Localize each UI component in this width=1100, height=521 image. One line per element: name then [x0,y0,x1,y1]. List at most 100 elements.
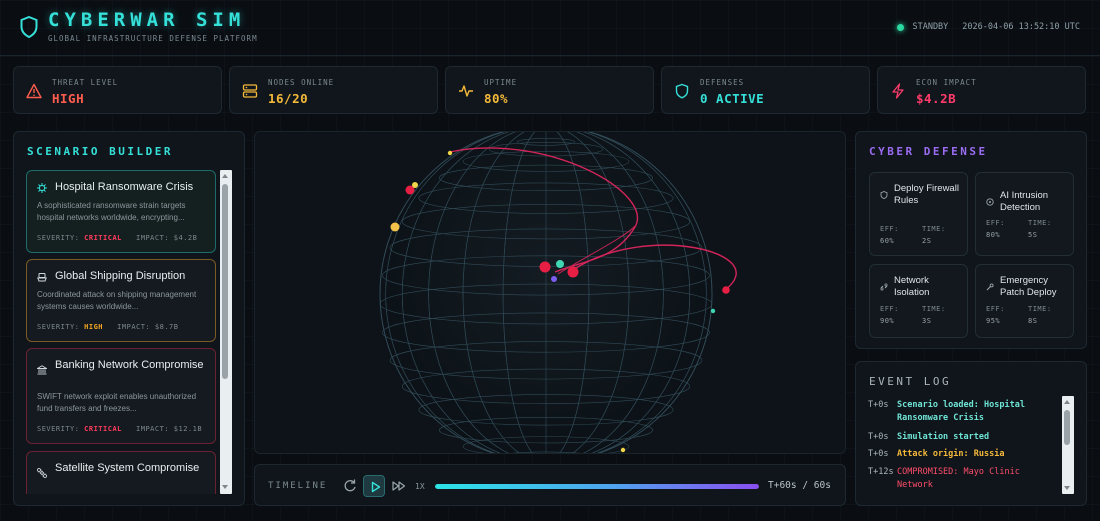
timeline-time: T+60s / 60s [768,480,831,491]
ai-chip-icon [986,198,994,206]
eff-label: EFF: [986,305,1005,313]
time-value: 8S [1028,317,1038,325]
eff-label: EFF: [880,305,899,313]
scenario-card-satellite-system[interactable]: Satellite System Compromise [26,451,216,494]
impact-label: IMPACT: [136,425,170,433]
compromised-node[interactable] [539,261,551,273]
globe-map[interactable] [255,132,846,454]
status-indicator: STANDBY 2026-04-06 13:52:10 UTC [897,22,1080,32]
scenario-meta: SEVERITY: CRITICAL IMPACT: $4.2B [37,234,197,242]
globe-view[interactable] [254,131,846,454]
severity-label: SEVERITY: [37,323,80,331]
log-message: Scenario loaded: Hospital Ransomware Cri… [897,400,1025,423]
impact-value: $4.2B [173,234,198,242]
eff-label: EFF: [986,219,1005,227]
warning-node[interactable] [390,222,400,232]
lightning-icon [892,83,904,99]
timeline-track[interactable] [435,484,759,489]
scenario-card-banking-network[interactable]: Banking Network Compromise SWIFT network… [26,348,216,444]
app-header: CYBERWAR SIM GLOBAL INFRASTRUCTURE DEFEN… [0,0,1100,56]
impact-label: IMPACT: [136,234,170,242]
secure-node[interactable] [556,260,564,268]
shield-logo-icon [20,16,38,38]
eff-value: 80% [986,231,1001,239]
stat-label: THREAT LEVEL [52,78,119,87]
severity-label: SEVERITY: [37,234,80,242]
defense-header: Deploy Firewall Rules [880,183,964,207]
scenario-name: Global Shipping Disruption [55,270,186,282]
fast-forward-icon[interactable] [390,477,408,495]
time-value: 2S [922,237,932,245]
scroll-up-arrow-icon[interactable] [1064,400,1070,404]
log-entry: T+0s Scenario loaded: Hospital Ransomwar… [868,399,1048,427]
panel-title: EVENT LOG [869,375,952,388]
warning-node[interactable] [447,150,453,156]
speed-label[interactable]: 1X [415,482,425,491]
play-button[interactable] [363,475,385,497]
log-time: T+0s [868,449,889,459]
time-label: TIME: [1028,219,1052,227]
time-label: TIME: [922,225,946,233]
defense-card-emergency-patch[interactable]: Emergency Patch Deploy EFF: TIME: 95% 8S [975,264,1074,338]
compromised-node[interactable] [722,286,730,294]
panel-title: CYBER DEFENSE [869,145,988,158]
timeline-progress [435,484,759,489]
scenario-header: Global Shipping Disruption [37,270,211,283]
severity-label: SEVERITY: [37,425,80,433]
unlink-icon [880,283,888,291]
stat-value: $4.2B [916,91,957,106]
scroll-down-arrow-icon[interactable] [222,485,228,489]
scenario-header: Satellite System Compromise [37,462,211,478]
defense-card-ai-intrusion[interactable]: AI Intrusion Detection EFF: TIME: 80% 5S [975,172,1074,256]
defense-header: Emergency Patch Deploy [986,275,1070,299]
bank-icon [37,365,47,375]
impact-value: $8.7B [154,323,179,331]
play-icon [371,481,381,493]
scenario-card-hospital-ransomware[interactable]: Hospital Ransomware Crisis A sophisticat… [26,170,216,253]
scenario-description: A sophisticated ransomware strain target… [37,201,186,222]
stat-value: HIGH [52,91,85,106]
compromised-node[interactable] [567,266,579,278]
defense-card-firewall[interactable]: Deploy Firewall Rules EFF: TIME: 60% 2S [869,172,968,256]
stat-label: DEFENSES [700,78,745,87]
scenario-scrollbar[interactable] [220,170,232,494]
scenario-builder-panel: SCENARIO BUILDER Hospital Ransomware Cri… [13,131,245,506]
scenario-header: Banking Network Compromise [37,359,211,375]
defense-name: Network Isolation [894,275,930,298]
stat-econ-impact: ECON IMPACT $4.2B [877,66,1086,114]
log-time: T+12s [868,467,894,477]
ship-icon [37,273,47,282]
reset-icon[interactable] [341,477,359,495]
time-label: TIME: [922,305,946,313]
defense-name: AI Intrusion Detection [1000,190,1049,213]
scenario-name: Hospital Ransomware Crisis [55,181,194,193]
scroll-down-arrow-icon[interactable] [1064,486,1070,490]
wrench-icon [986,283,994,291]
severity-value: CRITICAL [84,425,122,433]
impact-value: $12.1B [173,425,203,433]
scroll-thumb[interactable] [222,184,228,379]
scenario-description: SWIFT network exploit enables unauthoriz… [37,392,197,413]
scenario-header: Hospital Ransomware Crisis [37,181,211,194]
secure-node[interactable] [710,308,716,314]
event-log-scrollbar[interactable] [1062,396,1074,494]
warning-node[interactable] [412,182,418,188]
timestamp: 2026-04-06 13:52:10 UTC [962,22,1080,32]
severity-value: HIGH [84,323,104,331]
defense-node[interactable] [551,276,557,282]
defense-name: Emergency Patch Deploy [1000,275,1057,298]
scenario-meta: SEVERITY: CRITICAL IMPACT: $12.1B [37,425,202,433]
scenario-description: Coordinated attack on shipping managemen… [37,290,197,311]
warning-node[interactable] [620,447,626,453]
severity-value: CRITICAL [84,234,122,242]
cyber-defense-panel: CYBER DEFENSE Deploy Firewall Rules EFF:… [855,131,1087,349]
defense-card-network-isolation[interactable]: Network Isolation EFF: TIME: 90% 3S [869,264,968,338]
eff-value: 95% [986,317,1001,325]
scroll-up-arrow-icon[interactable] [222,174,228,178]
scroll-thumb[interactable] [1064,410,1070,445]
eff-label: EFF: [880,225,899,233]
scenario-card-global-shipping[interactable]: Global Shipping Disruption Coordinated a… [26,259,216,342]
time-value: 3S [922,317,932,325]
time-label: TIME: [1028,305,1052,313]
defense-header: Network Isolation [880,275,964,299]
